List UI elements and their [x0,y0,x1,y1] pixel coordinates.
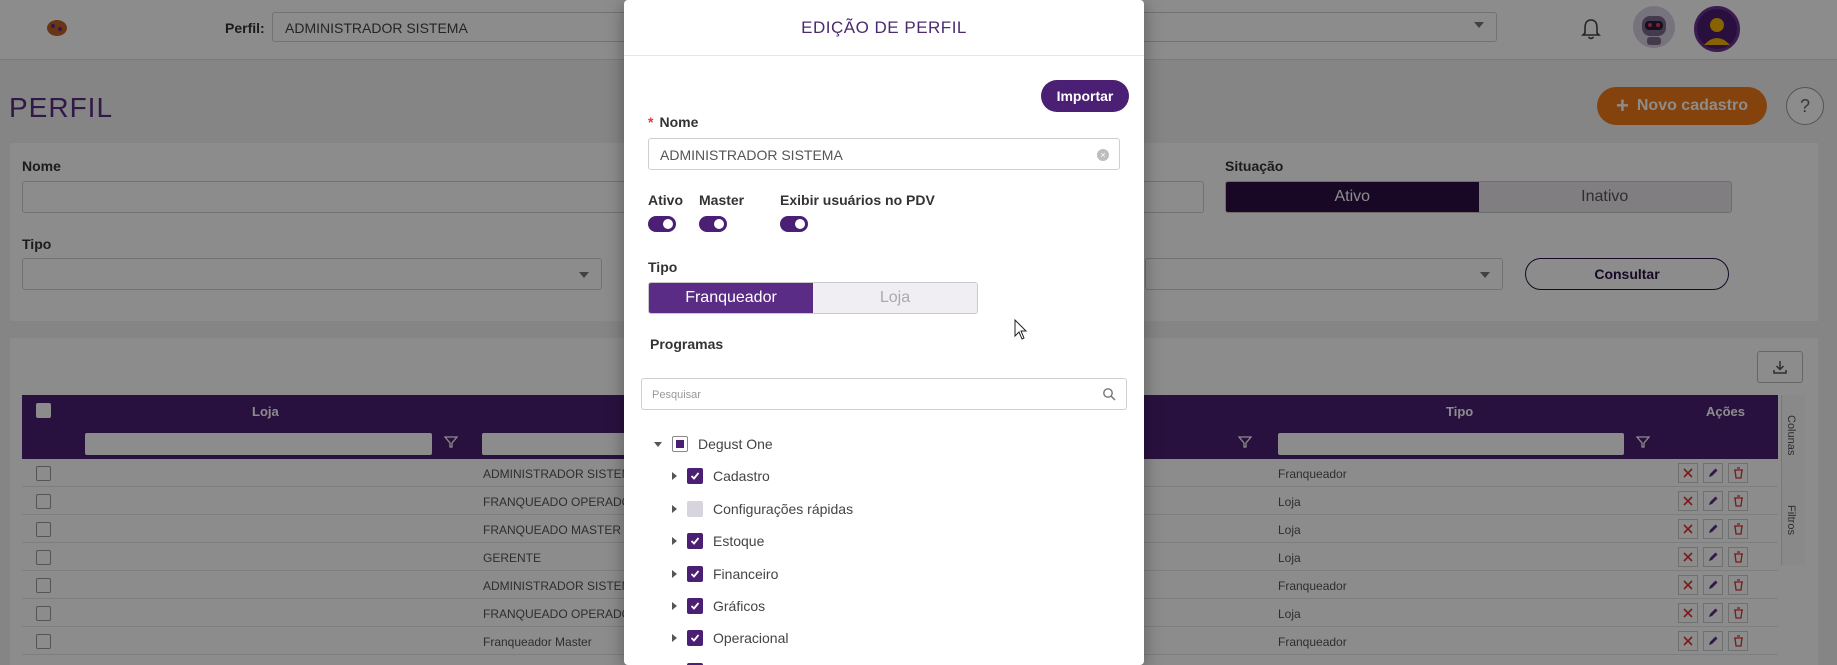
exibir-pdv-label: Exibir usuários no PDV [780,192,935,208]
chevron-right-icon[interactable] [672,537,677,546]
tipo-segmented[interactable]: Franqueador Loja [648,282,978,314]
tipo-label: Tipo [648,259,678,275]
ativo-label: Ativo [648,192,683,208]
import-button[interactable]: Importar [1041,80,1129,112]
tree-checkbox[interactable] [672,436,688,452]
master-label: Master [699,192,745,208]
search-icon [1103,388,1116,401]
tipo-franqueador-option[interactable]: Franqueador [649,283,813,313]
tree-node[interactable]: Cadastro [672,465,770,487]
chevron-right-icon[interactable] [672,472,677,481]
tree-node[interactable]: Financeiro [672,563,778,585]
chevron-right-icon[interactable] [672,602,677,610]
edit-profile-modal: EDIÇÃO DE PERFIL Importar * Nome ADMINIST… [624,0,1144,665]
tree-node-label: Configurações rápidas [713,500,854,517]
chevron-right-icon[interactable] [672,504,677,513]
nome-label: * Nome [648,114,698,130]
tree-node[interactable]: Gráficos [672,595,765,617]
tree-node-label: Degust One [698,436,773,452]
clear-icon[interactable]: × [1097,149,1109,161]
ativo-toggle[interactable] [648,216,676,232]
tree-node-label: Financeiro [713,565,779,582]
tree-node-label: Operacional [713,630,789,647]
nome-input[interactable]: ADMINISTRADOR SISTEMA × [648,138,1120,170]
chevron-right-icon[interactable] [672,569,677,578]
tree-checkbox[interactable] [687,533,703,550]
tree-checkbox[interactable] [687,630,703,647]
tree-checkbox[interactable] [687,565,703,582]
search-placeholder: Pesquisar [652,389,701,401]
modal-title: EDIÇÃO DE PERFIL [624,0,1144,56]
nome-label-text: Nome [659,114,699,130]
tree-checkbox[interactable] [687,468,703,485]
master-toggle[interactable] [699,216,727,232]
tree-checkbox[interactable] [687,500,703,517]
required-asterisk: * [648,114,654,130]
tree-node[interactable]: Painel de Indicadores [672,660,848,665]
tree-root-node[interactable]: Degust One [654,433,773,455]
tree-node[interactable]: Estoque [672,530,764,552]
chevron-right-icon[interactable] [672,634,677,643]
tipo-loja-option[interactable]: Loja [813,283,977,313]
tree-checkbox[interactable] [687,598,703,614]
mouse-cursor-icon [1014,319,1028,340]
tree-node-label: Estoque [713,533,765,550]
nome-input-value: ADMINISTRADOR SISTEMA [660,147,843,163]
tree-node-label: Cadastro [713,468,770,485]
exibir-pdv-toggle[interactable] [780,216,808,232]
programas-search-input[interactable]: Pesquisar [641,378,1127,410]
tree-node[interactable]: Operacional [672,627,789,649]
programas-label: Programas [650,336,724,352]
chevron-down-icon[interactable] [654,441,662,447]
tree-node-label: Gráficos [713,598,766,614]
tree-node[interactable]: Configurações rápidas [672,498,853,520]
